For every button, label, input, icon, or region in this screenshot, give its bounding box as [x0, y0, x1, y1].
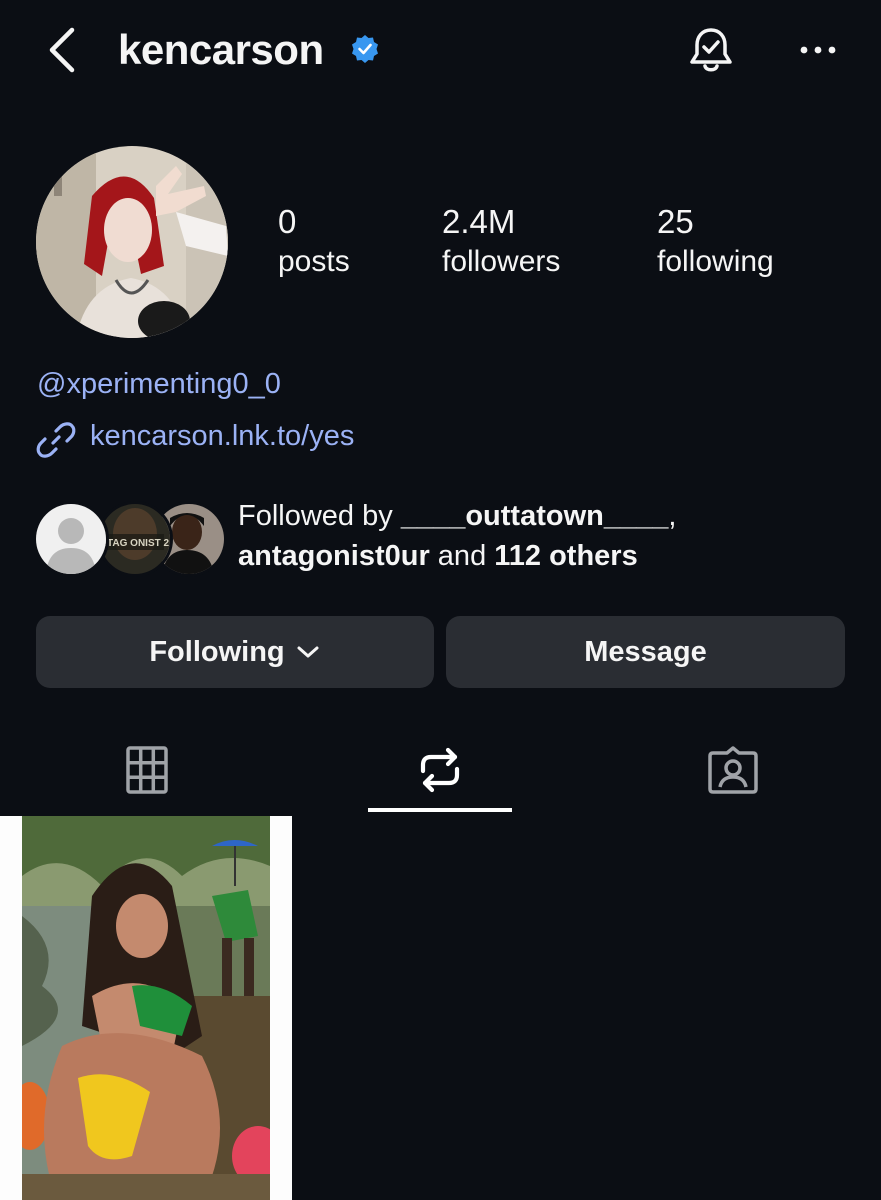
- chevron-down-icon: [297, 646, 319, 658]
- tagged-icon: [707, 746, 758, 794]
- message-button-label: Message: [584, 635, 707, 668]
- bio-mention-link[interactable]: @xperimenting0_0: [37, 364, 281, 404]
- bio-external-link[interactable]: kencarson.lnk.to/yes: [90, 416, 354, 456]
- followers-label: followers: [442, 245, 561, 278]
- repost-tile[interactable]: [0, 816, 292, 1200]
- link-icon: [36, 422, 76, 458]
- following-label: following: [657, 245, 774, 278]
- album-cover-image: ANTAG ONIST 2.0: [100, 504, 170, 574]
- stat-following[interactable]: 25 following: [657, 202, 774, 282]
- mutual-user-2[interactable]: antagonist0ur: [238, 540, 430, 572]
- message-button[interactable]: Message: [446, 616, 845, 688]
- back-chevron-icon[interactable]: [40, 22, 84, 78]
- posts-label: posts: [278, 245, 350, 278]
- following-button-label: Following: [149, 635, 285, 668]
- followed-by-comma: ,: [668, 500, 677, 532]
- avatar-photo: [36, 146, 228, 338]
- default-user-icon: [36, 504, 106, 574]
- followed-by-and: and: [429, 540, 495, 572]
- following-button[interactable]: Following: [36, 616, 434, 688]
- tab-reposts[interactable]: [293, 730, 586, 810]
- album-cover-text: ANTAG ONIST 2.0: [100, 538, 170, 549]
- notification-bell-icon[interactable]: [684, 24, 738, 78]
- followed-by-prefix: Followed by: [238, 500, 401, 532]
- tab-tagged[interactable]: [586, 730, 879, 810]
- stat-posts: 0 posts: [278, 202, 350, 282]
- stat-followers[interactable]: 2.4M followers: [442, 202, 560, 282]
- profile-avatar[interactable]: [36, 146, 228, 338]
- following-count: 25: [657, 203, 694, 240]
- tab-posts-grid[interactable]: [0, 730, 293, 810]
- grid-icon: [125, 746, 168, 794]
- mutual-avatar-1[interactable]: [33, 501, 109, 577]
- active-tab-indicator: [368, 808, 512, 812]
- verified-badge-icon: [352, 35, 378, 63]
- mutual-others-count[interactable]: 112 others: [494, 540, 637, 572]
- followed-by-text[interactable]: Followed by ____outtatown____, antagonis…: [238, 496, 676, 576]
- more-options-icon[interactable]: [796, 36, 840, 64]
- followers-count: 2.4M: [442, 203, 516, 240]
- repost-image: [22, 816, 270, 1200]
- profile-username: kencarson: [118, 26, 324, 73]
- posts-count: 0: [278, 203, 297, 240]
- mutual-user-1[interactable]: ____outtatown____: [401, 500, 669, 532]
- reposts-icon: [420, 747, 459, 793]
